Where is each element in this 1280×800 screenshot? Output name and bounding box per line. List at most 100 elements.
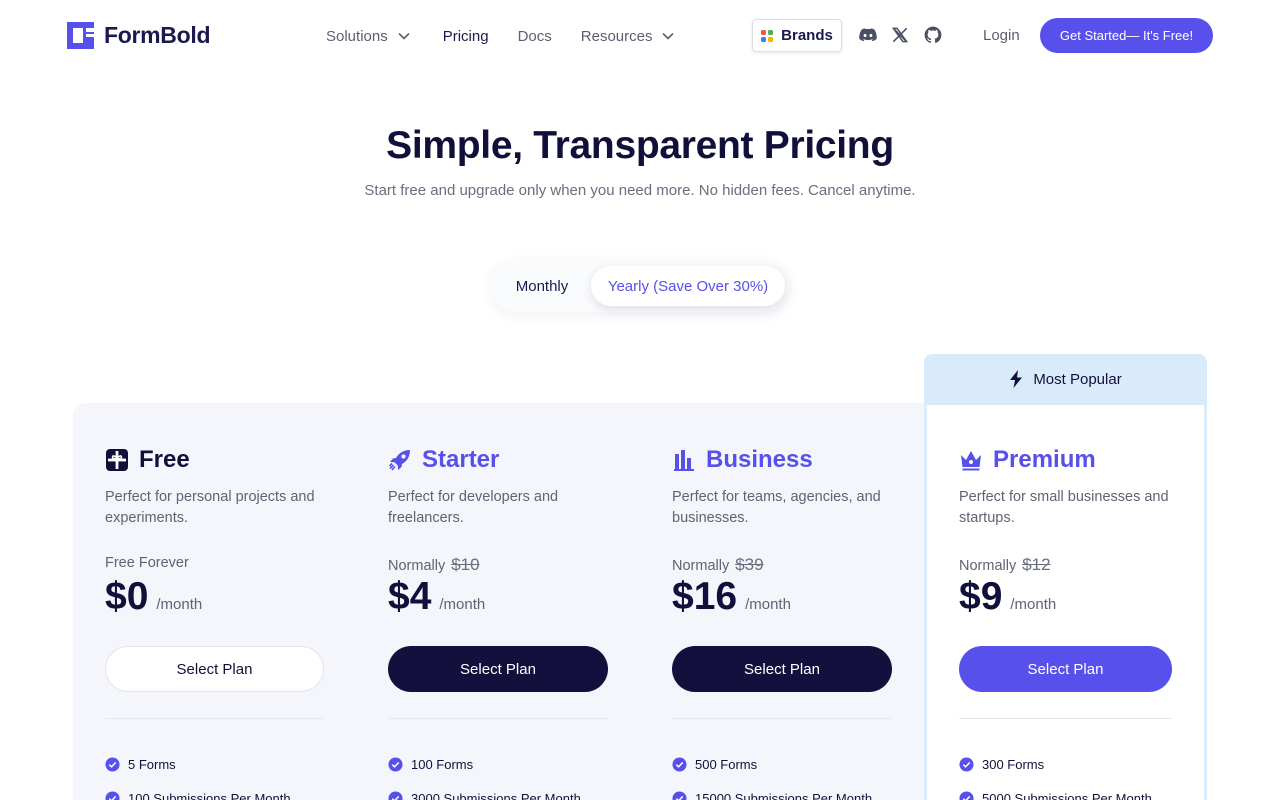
plan-price: $16 /month (672, 575, 791, 619)
select-plan-button[interactable]: Select Plan (959, 646, 1172, 692)
plan-name: Starter (422, 446, 500, 473)
feature-item: 3000 Submissions Per Month (388, 789, 581, 800)
brands-button[interactable]: Brands (752, 19, 842, 52)
brands-grid-icon (761, 29, 774, 42)
select-plan-button[interactable]: Select Plan (105, 646, 324, 692)
feature-item: 100 Submissions Per Month (105, 789, 291, 800)
plan-name: Business (706, 446, 813, 473)
feature-item: 100 Forms (388, 755, 581, 773)
feature-label: 5 Forms (128, 756, 176, 772)
plan-normal-label: Normally (672, 558, 730, 574)
most-popular-badge: Most Popular (924, 354, 1207, 404)
nav-item-label: Resources (580, 27, 653, 45)
plan-price-value: $9 (959, 575, 1003, 618)
plan-description: Perfect for personal projects and experi… (105, 489, 315, 526)
plan-divider (672, 718, 892, 719)
nav-item-label: Pricing (442, 27, 489, 45)
feature-label: 3000 Submissions Per Month (411, 790, 581, 800)
feature-item: 500 Forms (672, 755, 872, 773)
plan-price-period: /month (745, 596, 791, 613)
toggle-monthly[interactable]: Monthly (491, 260, 593, 312)
gift-box-icon (106, 449, 128, 471)
plan-features: 100 Forms 3000 Submissions Per Month (388, 755, 581, 800)
plan-name: Free (139, 446, 190, 473)
plan-card-premium: Premium Perfect for small businesses and… (959, 445, 1189, 800)
plan-normal-price: Normally $12 (959, 555, 1051, 575)
nav-item-label: Docs (517, 27, 552, 45)
feature-item: 15000 Submissions Per Month (672, 789, 872, 800)
plan-card-free: Free Perfect for personal projects and e… (105, 445, 335, 800)
nav-item-solutions[interactable]: Solutions (326, 28, 410, 45)
check-circle-icon (672, 756, 687, 772)
crown-icon (961, 451, 981, 471)
plan-description: Perfect for developers and freelancers. (388, 489, 559, 526)
plan-normal-price: Free Forever (105, 555, 189, 571)
plan-price: $9 /month (959, 575, 1056, 619)
chevron-down-icon (398, 32, 410, 40)
plan-price: $0 /month (105, 575, 202, 619)
brands-label: Brands (781, 27, 833, 44)
feature-label: 15000 Submissions Per Month (695, 790, 873, 800)
plan-normal-price: Normally $10 (388, 555, 480, 575)
plan-divider (959, 718, 1172, 719)
feature-label: 100 Forms (411, 756, 474, 772)
page-title: Simple, Transparent Pricing (386, 124, 894, 167)
plan-price-value: $0 (105, 575, 149, 618)
formbold-logo-icon (67, 22, 94, 49)
feature-item: 5000 Submissions Per Month (959, 789, 1152, 800)
plan-divider (388, 718, 608, 719)
check-circle-icon (105, 790, 120, 800)
page-subtitle: Start free and upgrade only when you nee… (364, 182, 916, 199)
plan-original-price: $12 (1022, 555, 1051, 574)
billing-toggle: Monthly Yearly (Save Over 30%) (491, 260, 789, 312)
feature-label: 300 Forms (982, 756, 1045, 772)
most-popular-label: Most Popular (1033, 370, 1122, 388)
site-header: FormBold Solutions Pricing Docs Resource… (0, 0, 1280, 72)
feature-label: 100 Submissions Per Month (128, 790, 291, 800)
x-icon[interactable] (890, 25, 910, 45)
feature-item: 5 Forms (105, 755, 291, 773)
select-plan-button[interactable]: Select Plan (672, 646, 892, 692)
plan-normal-price: Normally $39 (672, 555, 764, 575)
building-icon (674, 450, 694, 471)
nav-item-pricing[interactable]: Pricing (443, 28, 489, 45)
nav-item-label: Solutions (326, 27, 388, 45)
plan-normal-label: Free Forever (105, 555, 189, 571)
login-link[interactable]: Login (983, 27, 1020, 44)
plan-price-value: $4 (388, 575, 432, 618)
github-icon[interactable] (923, 25, 943, 45)
toggle-yearly[interactable]: Yearly (Save Over 30%) (591, 266, 785, 306)
brand-name: FormBold (104, 22, 211, 48)
plan-features: 5 Forms 100 Submissions Per Month (105, 755, 291, 800)
rocket-icon (388, 450, 410, 471)
plan-normal-label: Normally (959, 558, 1017, 574)
nav-item-docs[interactable]: Docs (518, 28, 552, 45)
plan-card-business: Business Perfect for teams, agencies, an… (672, 445, 902, 800)
plan-original-price: $10 (451, 555, 480, 574)
plan-normal-label: Normally (388, 558, 446, 574)
plan-price: $4 /month (388, 575, 485, 619)
discord-icon[interactable] (858, 25, 878, 45)
select-plan-button[interactable]: Select Plan (388, 646, 608, 692)
plan-description: Perfect for small businesses and startup… (959, 489, 1169, 526)
plan-card-starter: Starter Perfect for developers and freel… (388, 445, 618, 800)
check-circle-icon (388, 756, 403, 772)
lightning-icon (1010, 370, 1023, 388)
check-circle-icon (959, 790, 974, 800)
plan-price-period: /month (439, 596, 486, 613)
plan-original-price: $39 (735, 555, 764, 574)
plan-features: 300 Forms 5000 Submissions Per Month (959, 755, 1152, 800)
plan-price-value: $16 (672, 575, 738, 618)
check-circle-icon (388, 790, 403, 800)
check-circle-icon (105, 756, 120, 772)
chevron-down-icon (662, 32, 675, 40)
check-circle-icon (959, 756, 974, 772)
plan-description: Perfect for teams, agencies, and busines… (672, 489, 881, 526)
logo[interactable]: FormBold (67, 22, 211, 49)
get-started-button[interactable]: Get Started— It's Free! (1040, 18, 1213, 53)
plan-features: 500 Forms 15000 Submissions Per Month (672, 755, 872, 800)
nav-item-resources[interactable]: Resources (581, 28, 675, 45)
feature-label: 5000 Submissions Per Month (982, 790, 1152, 800)
feature-label: 500 Forms (695, 756, 758, 772)
plan-divider (105, 718, 324, 719)
